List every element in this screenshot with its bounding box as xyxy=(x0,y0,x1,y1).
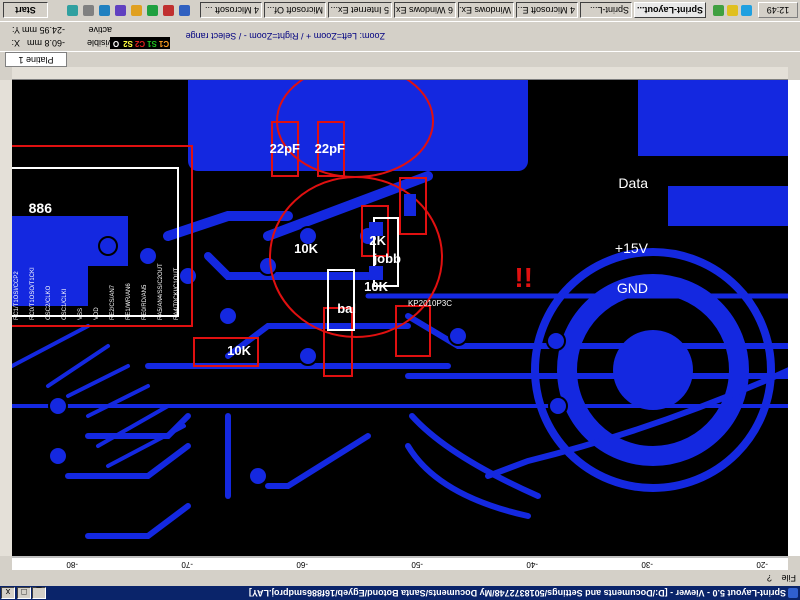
tab-platine-1[interactable]: Platine 1 xyxy=(5,52,67,67)
cap-label: 22pF xyxy=(269,141,300,156)
window-title: Sprint-Layout 5.0 - Viewer - [D:/Documen… xyxy=(248,588,786,598)
taskbar: Start 12:49 Sprint-Layout... Sprint-L...… xyxy=(0,0,800,22)
status-bar: X: -60.8 mm Y: -24.95 mm visible active … xyxy=(0,21,800,52)
ic-pin-labels: RA4/T0CKI/C1OUT RA5/AN4/SS/C2OUT RE0/RD/AN… xyxy=(12,174,192,324)
y-value: -24.95 mm xyxy=(21,25,65,35)
tray-network-icon[interactable] xyxy=(741,5,752,16)
task-windows-ex-6[interactable]: 6 Windows Ex... xyxy=(394,2,456,18)
x-value: -60.8 mm xyxy=(26,38,65,48)
close-button[interactable]: x xyxy=(1,587,15,599)
menu-file[interactable]: File xyxy=(781,570,796,586)
button-label: bal xyxy=(337,301,356,316)
task-microsoft-e[interactable]: 4 Microsoft E... xyxy=(516,2,578,18)
task-sprint-l[interactable]: Sprint-L... xyxy=(580,2,632,18)
quicklaunch-icon[interactable] xyxy=(99,5,110,16)
task-sprint-layout[interactable]: Sprint-Layout... xyxy=(634,2,706,18)
ic-pin-label: RC1/T1OSI/CCP2 xyxy=(14,271,20,320)
ruler-tick: -50 xyxy=(411,560,423,569)
layer-o-toggle[interactable]: O xyxy=(110,37,122,49)
quicklaunch-icon[interactable] xyxy=(163,5,174,16)
minimize-button[interactable]: _ xyxy=(32,587,46,599)
task-windows-ex[interactable]: Windows Ex... xyxy=(458,2,514,18)
start-button[interactable]: Start xyxy=(3,2,48,18)
quicklaunch-ie-icon[interactable] xyxy=(179,5,190,16)
y-label: Y: xyxy=(11,25,20,35)
ruler-tick: -70 xyxy=(181,560,193,569)
pad-gnd-label: GND xyxy=(616,280,648,296)
cap-label: 22pF xyxy=(314,141,345,156)
warning-mark: !! xyxy=(514,262,533,293)
layer-s2-toggle[interactable]: S2 xyxy=(122,37,134,49)
clock[interactable]: 12:49 xyxy=(758,2,798,18)
pad-data-label: Data xyxy=(618,175,648,191)
button-label: jobb xyxy=(373,251,401,266)
task-internet-ex[interactable]: 5 Internet Ex... xyxy=(328,2,392,18)
pad-15v-label: +15V xyxy=(614,240,648,256)
crystal-label: 20MHz SMD xyxy=(324,504,410,521)
transistor-label: KP2010P3C xyxy=(407,299,452,308)
resistor-label: 10K xyxy=(294,241,318,256)
quicklaunch-icon[interactable] xyxy=(115,5,126,16)
layer-c1-toggle[interactable]: C1 xyxy=(158,37,170,49)
ic-pin-label: RA5/AN4/SS/C2OUT xyxy=(158,263,164,320)
start-label: Start xyxy=(15,5,36,15)
ruler-tick: -40 xyxy=(526,560,538,569)
ic-pin-label: RE1/WR/AN6 xyxy=(126,283,132,320)
vertical-scrollbar[interactable] xyxy=(0,80,12,556)
ruler-tick: -80 xyxy=(66,560,78,569)
task-microsoft-4[interactable]: 4 Microsoft ... xyxy=(200,2,262,18)
ruler-tick: -60 xyxy=(296,560,308,569)
ic-pin-label: RA4/T0CKI/C1OUT xyxy=(174,267,180,320)
pcb-canvas[interactable]: 20MHz SMD 22pF 22pF 2K 10K 10K 10K bal j… xyxy=(12,80,788,556)
quicklaunch-icon[interactable] xyxy=(67,5,78,16)
visible-label: visible xyxy=(86,38,112,48)
ic-pin-label: RE2/CS/AN7 xyxy=(110,284,116,320)
maximize-button[interactable]: □ xyxy=(17,587,31,599)
tray-app-icon[interactable] xyxy=(713,5,724,16)
top-ruler: -20 -30 -40 -50 -60 -70 -80 xyxy=(12,555,788,570)
ic-pin-label: OSC1/CLKI xyxy=(62,288,68,320)
active-label: active xyxy=(88,25,112,35)
menu-help[interactable]: ? xyxy=(767,570,772,586)
menu-bar: File ? xyxy=(0,570,800,586)
screen: Sprint-Layout 5.0 - Viewer - [D:/Documen… xyxy=(0,0,800,600)
ic-pin-label: RE0/RD/AN5 xyxy=(142,284,148,320)
tray-volume-icon[interactable] xyxy=(727,5,738,16)
resistor-label: 2K xyxy=(369,233,386,248)
layer-selector: visible active C1 S1 C2 S2 O xyxy=(86,21,172,51)
ic-pin-label: RC0/T1OSO/T1CKI xyxy=(30,267,36,320)
quicklaunch-icon[interactable] xyxy=(83,5,94,16)
status-hint: Zoom: Left=Zoom + / Right=Zoom - / Selec… xyxy=(185,31,385,41)
resistor-label: 10K xyxy=(364,279,388,294)
left-ruler xyxy=(787,80,800,556)
ic-pin-label: VDD xyxy=(94,307,100,320)
quicklaunch-icon[interactable] xyxy=(147,5,158,16)
layer-c2-toggle[interactable]: C2 xyxy=(134,37,146,49)
ic-pin-label: OSC2/CLKO xyxy=(46,285,52,320)
ic-pin-label: VSS xyxy=(78,307,84,320)
title-bar: Sprint-Layout 5.0 - Viewer - [D:/Documen… xyxy=(0,586,800,600)
ruler-tick: -30 xyxy=(641,560,653,569)
task-microsoft-of[interactable]: Microsoft Of... xyxy=(264,2,326,18)
resistor-label: 10K xyxy=(227,343,251,358)
quicklaunch-icon[interactable] xyxy=(131,5,142,16)
app-icon xyxy=(788,588,798,598)
x-label: X: xyxy=(11,38,20,48)
ruler-tick: -20 xyxy=(756,560,768,569)
layer-s1-toggle[interactable]: S1 xyxy=(146,37,158,49)
horizontal-scrollbar[interactable] xyxy=(12,67,788,80)
